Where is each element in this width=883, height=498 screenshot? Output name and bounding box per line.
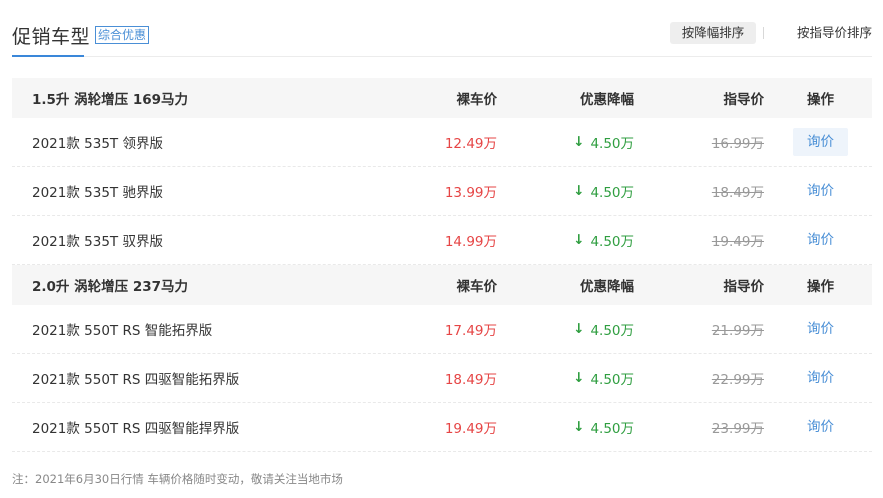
column-header-operation: 操作	[807, 92, 834, 108]
inquiry-button[interactable]: 询价	[793, 413, 848, 441]
inquiry-cell: 询价	[793, 167, 834, 215]
bare-price: 19.49万	[444, 421, 497, 437]
table-row: 2021款 550T RS 智能拓界版 17.49万 ↓ 4.50万 21.99万…	[12, 305, 872, 354]
arrow-down-icon: ↓	[573, 183, 585, 199]
table-row: 2021款 535T 驭界版 14.99万 ↓ 4.50万 19.49万 询价	[12, 216, 872, 265]
inquiry-button[interactable]: 询价	[793, 315, 848, 343]
inquiry-cell: 询价	[793, 354, 834, 402]
sort-divider	[763, 27, 764, 39]
inquiry-button[interactable]: 询价	[793, 364, 848, 392]
discount-amount: ↓ 4.50万	[573, 370, 634, 388]
column-header-price: 裸车价	[456, 92, 498, 108]
guide-price: 16.99万	[711, 136, 764, 152]
bare-price: 17.49万	[444, 323, 497, 339]
model-name: 2021款 535T 领界版	[32, 136, 163, 152]
inquiry-cell: 询价	[793, 403, 834, 451]
promo-header: 促销车型 综合优惠 按降幅排序 按指导价排序	[12, 0, 872, 58]
table-row: 2021款 550T RS 四驱智能拓界版 18.49万 ↓ 4.50万 22.9…	[12, 354, 872, 403]
bare-price: 13.99万	[444, 185, 497, 201]
engine-group-name: 2.0升 涡轮增压 237马力	[32, 279, 188, 295]
inquiry-button[interactable]: 询价	[793, 128, 848, 156]
engine-group-name: 1.5升 涡轮增压 169马力	[32, 92, 188, 108]
engine-group-header: 2.0升 涡轮增压 237马力 裸车价 优惠降幅 指导价 操作	[12, 265, 872, 305]
discount-amount: ↓ 4.50万	[573, 419, 634, 437]
price-footnote: 注：2021年6月30日行情 车辆价格随时变动，敬请关注当地市场	[12, 472, 343, 486]
model-name: 2021款 535T 驰界版	[32, 185, 163, 201]
discount-amount: ↓ 4.50万	[573, 134, 634, 152]
model-name: 2021款 550T RS 四驱智能捍界版	[32, 421, 240, 437]
sort-by-discount-button[interactable]: 按降幅排序	[670, 22, 756, 44]
title-underline	[12, 55, 84, 57]
arrow-down-icon: ↓	[573, 321, 585, 337]
column-header-discount: 优惠降幅	[580, 279, 634, 295]
page-title: 促销车型	[12, 26, 91, 48]
guide-price: 18.49万	[711, 185, 764, 201]
column-header-price: 裸车价	[456, 279, 498, 295]
arrow-down-icon: ↓	[573, 419, 585, 435]
column-header-discount: 优惠降幅	[580, 92, 634, 108]
arrow-down-icon: ↓	[573, 232, 585, 248]
table-row: 2021款 535T 领界版 12.49万 ↓ 4.50万 16.99万 询价	[12, 118, 872, 167]
model-name: 2021款 535T 驭界版	[32, 234, 163, 250]
column-header-guide-price: 指导价	[723, 279, 765, 295]
table-row: 2021款 550T RS 四驱智能捍界版 19.49万 ↓ 4.50万 23.9…	[12, 403, 872, 452]
header-divider	[12, 56, 872, 57]
model-name: 2021款 550T RS 四驱智能拓界版	[32, 372, 240, 388]
arrow-down-icon: ↓	[573, 134, 585, 150]
engine-group-header: 1.5升 涡轮增压 169马力 裸车价 优惠降幅 指导价 操作	[12, 78, 872, 118]
bare-price: 12.49万	[444, 136, 497, 152]
guide-price: 23.99万	[711, 421, 764, 437]
column-header-operation: 操作	[807, 279, 834, 295]
bare-price: 14.99万	[444, 234, 497, 250]
inquiry-cell: 询价	[793, 118, 848, 166]
discount-amount: ↓ 4.50万	[573, 232, 634, 250]
discount-amount: ↓ 4.50万	[573, 321, 634, 339]
inquiry-button[interactable]: 询价	[793, 177, 848, 205]
arrow-down-icon: ↓	[573, 370, 585, 386]
inquiry-cell: 询价	[793, 216, 834, 264]
combined-discount-tag[interactable]: 综合优惠	[95, 26, 150, 44]
sort-by-guide-price-button[interactable]: 按指导价排序	[780, 22, 872, 44]
promo-table: 1.5升 涡轮增压 169马力 裸车价 优惠降幅 指导价 操作 2021款 53…	[12, 78, 872, 452]
guide-price: 19.49万	[711, 234, 764, 250]
bare-price: 18.49万	[444, 372, 497, 388]
model-name: 2021款 550T RS 智能拓界版	[32, 323, 213, 339]
discount-amount: ↓ 4.50万	[573, 183, 634, 201]
column-header-guide-price: 指导价	[723, 92, 765, 108]
guide-price: 22.99万	[711, 372, 764, 388]
table-row: 2021款 535T 驰界版 13.99万 ↓ 4.50万 18.49万 询价	[12, 167, 872, 216]
guide-price: 21.99万	[711, 323, 764, 339]
inquiry-button[interactable]: 询价	[793, 226, 848, 254]
inquiry-cell: 询价	[793, 305, 834, 353]
